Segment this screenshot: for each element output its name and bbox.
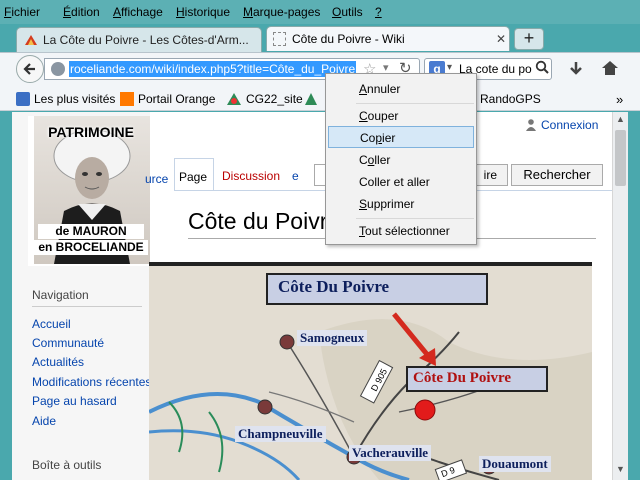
bookmark-portail-orange[interactable]: Portail Orange bbox=[120, 92, 215, 106]
favicon-cotes-icon bbox=[23, 33, 39, 47]
bookmark-label: Portail Orange bbox=[138, 92, 216, 106]
sidebar-item-page-hasard[interactable]: Page au hasard bbox=[32, 394, 117, 408]
login-label: Connexion bbox=[541, 118, 599, 132]
orange-logo-icon bbox=[120, 92, 134, 106]
bookmark-cg22-site[interactable]: CG22_site bbox=[226, 92, 303, 106]
map-label-champneuville: Champneuville bbox=[235, 426, 326, 442]
map-image[interactable]: Côte Du Poivre Samogneux Côte Du Poivre … bbox=[149, 262, 592, 480]
menu-help[interactable]: ? bbox=[375, 5, 382, 19]
bookmark-extra[interactable] bbox=[304, 92, 318, 106]
engine-dropdown-icon[interactable]: ▾ bbox=[447, 62, 452, 73]
tab-extra[interactable]: e bbox=[292, 169, 299, 183]
menu-marque-pages[interactable]: Marque-pages bbox=[243, 5, 320, 19]
ctx-couper[interactable]: Couper bbox=[328, 105, 474, 127]
context-menu: Annuler Couper Copier Coller Coller et a… bbox=[325, 73, 477, 245]
page-scrollbar[interactable]: ▲ ▼ bbox=[612, 112, 628, 480]
menu-edition[interactable]: Édition bbox=[63, 5, 100, 19]
close-icon[interactable]: ✕ bbox=[493, 32, 509, 46]
home-button[interactable] bbox=[600, 58, 620, 78]
bookmark-folder-icon bbox=[16, 92, 30, 106]
nav-heading: Navigation bbox=[32, 288, 89, 302]
page-content: PATRIMOINE de MAURON en BROCELIANDE Conn… bbox=[12, 112, 612, 480]
map-label-douaumont: Douaumont bbox=[479, 456, 551, 472]
menu-affichage[interactable]: Affichage bbox=[113, 5, 163, 19]
globe-icon bbox=[51, 62, 65, 76]
menu-bar: Fichier Édition Affichage Historique Mar… bbox=[0, 0, 640, 24]
tab-wiki[interactable]: Côte du Poivre - Wiki ✕ bbox=[266, 26, 510, 51]
bookmark-extra-icon bbox=[304, 92, 318, 106]
map-label-samogneux: Samogneux bbox=[297, 330, 368, 346]
logo-line1: PATRIMOINE bbox=[48, 124, 134, 140]
search-icon[interactable] bbox=[535, 60, 549, 79]
menu-outils[interactable]: Outils bbox=[332, 5, 363, 19]
ctx-tout-selectionner[interactable]: Tout sélectionner bbox=[328, 220, 474, 242]
ctx-supprimer[interactable]: Supprimer bbox=[328, 193, 474, 215]
bookmark-label: CG22_site bbox=[246, 92, 303, 106]
site-logo[interactable]: PATRIMOINE de MAURON en BROCELIANDE bbox=[28, 116, 154, 266]
menu-fichier[interactable]: Fichier bbox=[4, 5, 40, 19]
new-tab-button[interactable]: + bbox=[514, 28, 544, 50]
home-icon bbox=[602, 61, 618, 75]
cg22-logo-icon bbox=[226, 92, 242, 106]
map-label-cote-du-poivre: Côte Du Poivre bbox=[413, 370, 512, 386]
page-title: Côte du Poivre bbox=[188, 208, 341, 234]
scrollbar-thumb[interactable] bbox=[615, 130, 626, 186]
ctx-separator bbox=[356, 218, 474, 219]
bookmarks-overflow-icon[interactable]: » bbox=[616, 92, 623, 107]
nav-divider bbox=[32, 306, 142, 307]
sidebar-item-actualites[interactable]: Actualités bbox=[32, 355, 84, 369]
sidebar-item-aide[interactable]: Aide bbox=[32, 414, 56, 428]
login-link[interactable]: Connexion bbox=[526, 118, 598, 132]
back-arrow-icon bbox=[23, 63, 35, 75]
ctx-coller-et-aller[interactable]: Coller et aller bbox=[328, 171, 474, 193]
sidebar-item-communaute[interactable]: Communauté bbox=[32, 336, 104, 350]
ctx-separator bbox=[356, 103, 474, 104]
download-arrow-icon bbox=[570, 62, 582, 75]
logo-line2: de MAURON bbox=[38, 224, 144, 239]
download-button[interactable] bbox=[566, 59, 586, 79]
sidebar-item-accueil[interactable]: Accueil bbox=[32, 317, 71, 331]
tab-source-partial[interactable]: urce bbox=[145, 172, 168, 186]
user-icon bbox=[526, 119, 536, 131]
bookmark-label: Les plus visités bbox=[34, 92, 116, 106]
tab-strip: La Côte du Poivre - Les Côtes-d'Arm... C… bbox=[0, 24, 640, 52]
ctx-annuler[interactable]: Annuler bbox=[328, 78, 474, 100]
logo-line3: en BROCELIANDE bbox=[34, 240, 148, 255]
tools-heading: Boîte à outils bbox=[32, 458, 102, 472]
scroll-down-icon[interactable]: ▼ bbox=[616, 464, 625, 474]
map-label-vacherauville: Vacherauville bbox=[349, 445, 432, 461]
ctx-coller[interactable]: Coller bbox=[328, 149, 474, 171]
tab-label: La Côte du Poivre - Les Côtes-d'Arm... bbox=[43, 33, 249, 47]
map-title: Côte Du Poivre bbox=[278, 277, 390, 296]
bookmark-label: RandoGPS bbox=[480, 92, 541, 106]
search-button[interactable]: Rechercher bbox=[511, 164, 603, 186]
tab-cotes-darmor[interactable]: La Côte du Poivre - Les Côtes-d'Arm... bbox=[16, 27, 262, 52]
tab-page[interactable]: Page bbox=[174, 158, 214, 190]
ctx-copier[interactable]: Copier bbox=[328, 126, 474, 148]
bookmark-randogps[interactable]: RandoGPS bbox=[480, 92, 541, 106]
menu-historique[interactable]: Historique bbox=[176, 5, 230, 19]
tab-discussion[interactable]: Discussion bbox=[222, 169, 280, 183]
scroll-up-icon[interactable]: ▲ bbox=[616, 114, 625, 124]
bookmark-les-plus-visites[interactable]: Les plus visités bbox=[16, 92, 115, 106]
back-button[interactable] bbox=[16, 55, 44, 83]
blank-page-icon bbox=[273, 32, 286, 46]
tab-label: Côte du Poivre - Wiki bbox=[292, 32, 405, 46]
url-text[interactable]: roceliande.com/wiki/index.php5?title=Côt… bbox=[69, 61, 357, 77]
sidebar-item-modifications[interactable]: Modifications récentes bbox=[32, 375, 151, 389]
bookmarks-toolbar: Les plus visités Portail Orange CG22_sit… bbox=[0, 87, 640, 111]
